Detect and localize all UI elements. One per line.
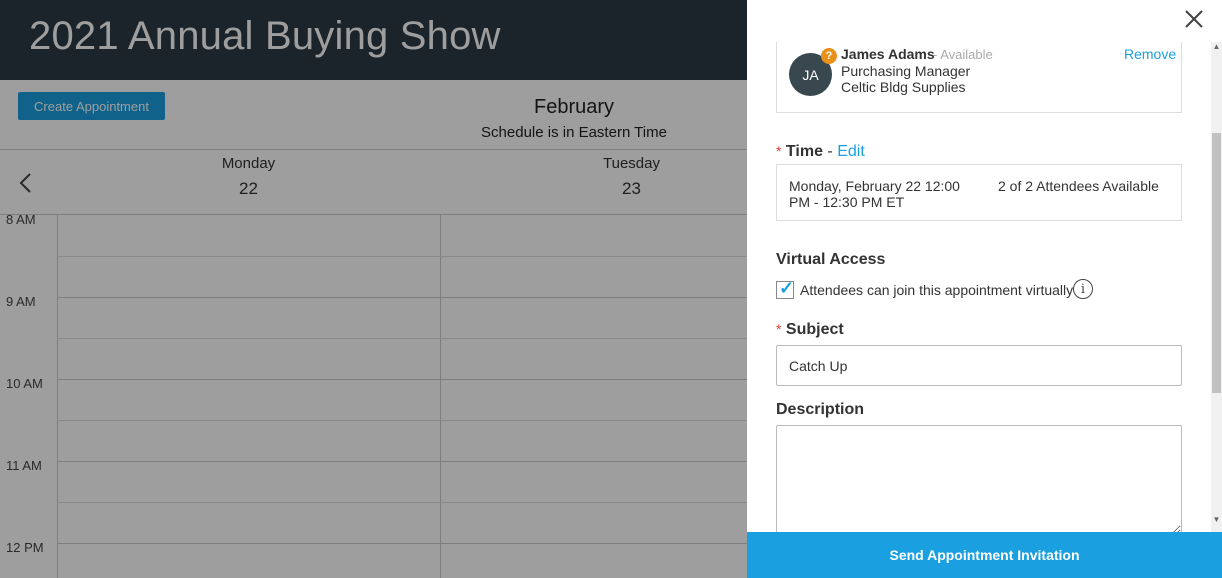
attendee-role: Purchasing Manager: [841, 63, 971, 79]
subject-label-row: * Subject: [776, 321, 844, 339]
virtual-access-checkbox[interactable]: ✓: [776, 278, 795, 299]
attendee-status: - Available: [933, 47, 993, 62]
subject-input[interactable]: [776, 345, 1182, 386]
required-mark: *: [776, 321, 782, 337]
attendee-name: James Adams: [841, 46, 935, 62]
time-value: Monday, February 22 12:00 PM - 12:30 PM …: [789, 178, 960, 210]
attendee-company: Celtic Bldg Supplies: [841, 79, 966, 95]
info-icon[interactable]: i: [1073, 279, 1093, 299]
required-mark: *: [776, 143, 782, 159]
remove-attendee-link[interactable]: Remove: [1124, 46, 1176, 62]
availability-text: 2 of 2 Attendees Available: [998, 178, 1159, 194]
checkmark-icon: ✓: [779, 278, 795, 298]
scroll-up-arrow-icon[interactable]: ▲: [1211, 42, 1222, 51]
close-icon[interactable]: [1184, 6, 1204, 34]
scroll-down-arrow-icon[interactable]: ▼: [1211, 515, 1222, 524]
send-invitation-button[interactable]: Send Appointment Invitation: [747, 532, 1222, 578]
separator: -: [827, 143, 833, 160]
description-textarea[interactable]: [776, 425, 1182, 535]
subject-heading: Subject: [785, 321, 844, 338]
attendee-card: JA ? James Adams - Available Purchasing …: [776, 42, 1182, 113]
virtual-access-checkbox-label[interactable]: Attendees can join this appointment virt…: [800, 282, 1073, 298]
scrollbar-thumb[interactable]: [1212, 133, 1221, 393]
virtual-access-heading: Virtual Access: [776, 251, 886, 268]
time-summary-box: Monday, February 22 12:00 PM - 12:30 PM …: [776, 164, 1182, 221]
appointment-panel: JA ? James Adams - Available Purchasing …: [747, 0, 1222, 578]
time-label-row: * Time - Edit: [776, 143, 865, 161]
description-heading: Description: [776, 401, 865, 418]
question-badge-icon: ?: [821, 48, 837, 64]
edit-time-link[interactable]: Edit: [837, 143, 865, 160]
time-heading: Time: [785, 143, 823, 160]
